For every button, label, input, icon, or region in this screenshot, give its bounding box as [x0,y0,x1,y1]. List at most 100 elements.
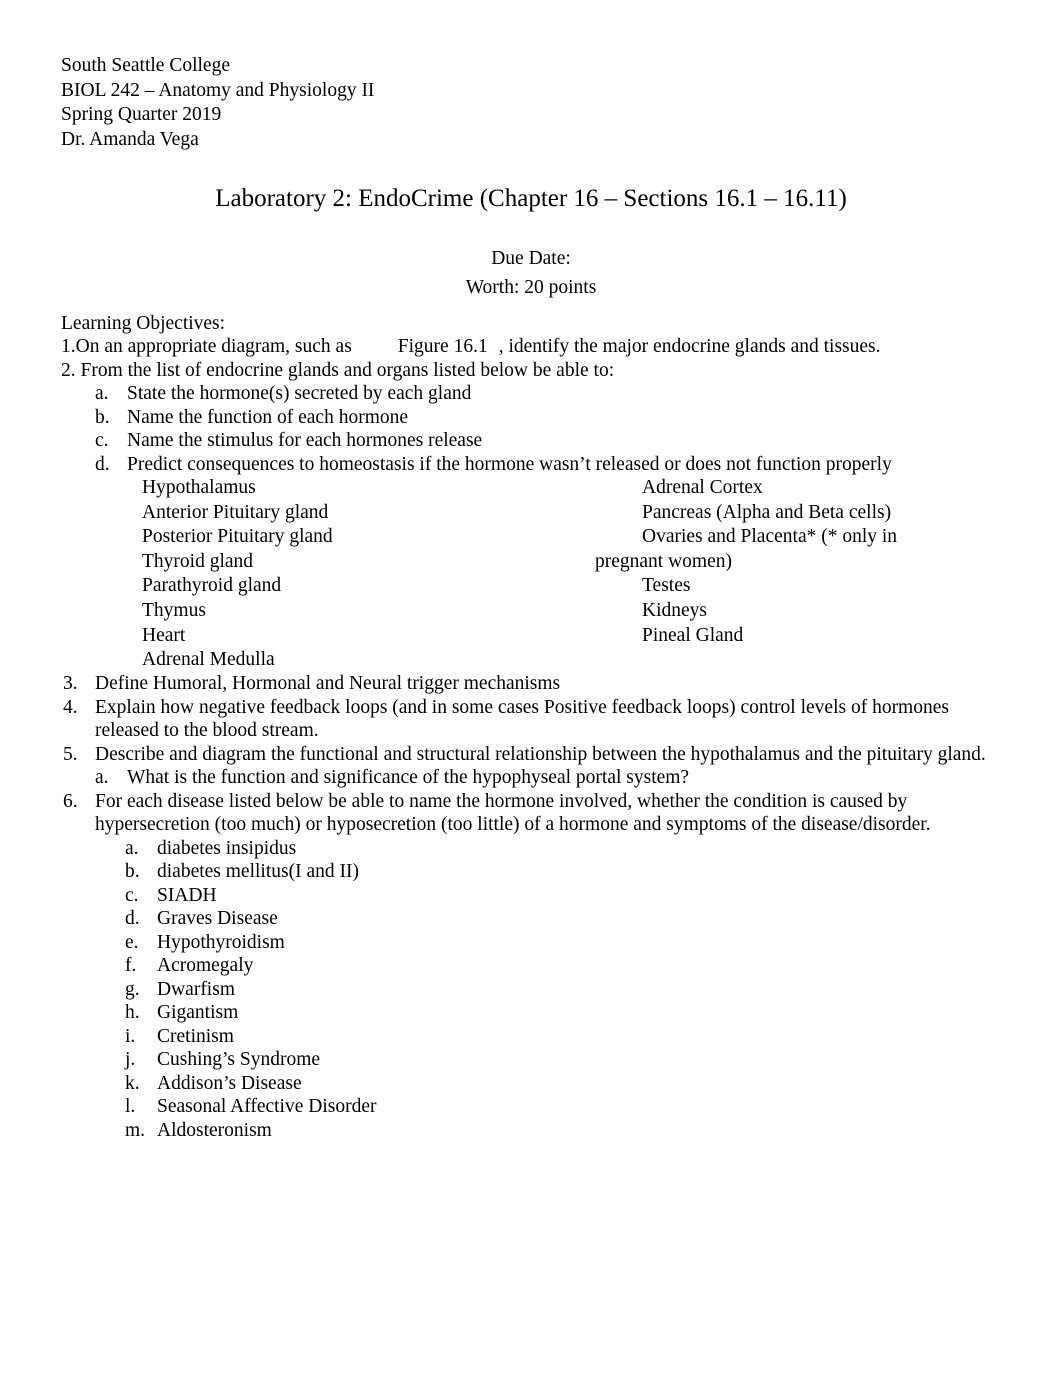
objective-2-marker: 2. [61,359,76,381]
objective-2-sub-a: a. State the hormone(s) secreted by each… [61,382,1001,406]
header-line-course: BIOL 242 – Anatomy and Physiology II [61,79,375,101]
gland-item: Ovaries and Placenta* (* only in [642,526,898,548]
objective-6-marker: 6. [63,790,78,812]
objective-4-text: Explain how negative feedback loops (and… [95,696,949,742]
disease-marker: j. [125,1049,136,1071]
gland-item: Pancreas (Alpha and Beta cells) [642,501,892,523]
objective-1-marker: 1. [61,336,76,358]
gland-item: Thyroid gland [142,550,254,572]
disease-label: SIADH [157,884,217,906]
disease-marker: b. [125,861,140,883]
gland-item: Anterior Pituitary gland [142,501,329,523]
gland-item: Adrenal Cortex [642,477,763,499]
objective-5-text: Describe and diagram the functional and … [95,743,986,765]
disease-label: diabetes insipidus [157,837,297,859]
disease-label: Acromegaly [157,955,254,977]
due-date-label: Due Date: [491,248,571,270]
disease-list: a. diabetes insipidus b. diabetes mellit… [61,837,1001,1143]
objective-item-6: 6. For each disease listed below be able… [61,790,1001,837]
objective-3-text: Define Humoral, Hormonal and Neural trig… [95,673,561,695]
objective-5-sub-a-text: What is the function and significance of… [127,767,690,789]
gland-list: Hypothalamus Anterior Pituitary gland Po… [61,476,1001,672]
disease-label: Addison’s Disease [157,1072,302,1094]
disease-list-item: e. Hypothyroidism [61,931,1001,955]
objective-item-5: 5. Describe and diagram the functional a… [61,743,1001,767]
objective-2-sub-b-marker: b. [95,406,110,428]
disease-label: diabetes mellitus(I and II) [157,861,359,883]
disease-list-item: i. Cretinism [61,1025,1001,1049]
worth-label: Worth: 20 points [465,276,597,298]
disease-label: Seasonal Affective Disorder [157,1096,377,1118]
gland-list-right-column: Adrenal Cortex Pancreas (Alpha and Beta … [595,476,972,648]
gland-list-left-column: Hypothalamus Anterior Pituitary gland Po… [142,476,333,673]
disease-list-item: a. diabetes insipidus [61,837,1001,861]
gland-item: Thymus [142,600,206,622]
objective-2-sub-c-text: Name the stimulus for each hormones rele… [127,430,483,452]
disease-label: Graves Disease [157,908,278,930]
disease-marker: f. [125,955,137,977]
disease-marker: a. [125,837,139,859]
disease-list-item: j. Cushing’s Syndrome [61,1048,1001,1072]
disease-list-item: f. Acromegaly [61,954,1001,978]
disease-label: Cushing’s Syndrome [157,1049,321,1071]
objective-6-text: For each disease listed below be able to… [95,790,931,836]
objective-2-sub-a-text: State the hormone(s) secreted by each gl… [127,383,472,405]
page-title: Laboratory 2: EndoCrime (Chapter 16 – Se… [215,185,847,213]
document-content: South Seattle College BIOL 242 – Anatomy… [61,54,1001,1142]
due-block: Due Date: Worth: 20 points [61,245,1001,302]
objective-1-text-after: , identify the major endocrine glands an… [498,336,881,358]
gland-item: Parathyroid gland [142,575,282,597]
gland-item: Heart [142,624,186,646]
disease-label: Cretinism [157,1025,234,1047]
objective-2-sub-c: c. Name the stimulus for each hormones r… [61,429,1001,453]
objective-4-marker: 4. [63,696,78,718]
gland-item: Pineal Gland [642,624,744,646]
header-line-instructor: Dr. Amanda Vega [61,128,199,150]
objective-2-text: From the list of endocrine glands and or… [75,359,615,381]
disease-list-item: g. Dwarfism [61,978,1001,1002]
objective-5-sub-a-marker: a. [95,767,109,789]
disease-list-item: c. SIADH [61,884,1001,908]
objective-2-sub-d-marker: d. [95,453,110,475]
objective-5-sub-a: a. What is the function and significance… [61,766,1001,790]
disease-marker: l. [125,1096,136,1118]
objective-2-sub-d: d. Predict consequences to homeostasis i… [61,453,1001,477]
gland-item: Adrenal Medulla [142,649,275,671]
learning-objectives-heading: Learning Objectives: [61,312,226,334]
objective-3-marker: 3. [63,673,78,695]
objective-item-3: 3. Define Humoral, Hormonal and Neural t… [61,672,1001,696]
disease-list-item: d. Graves Disease [61,907,1001,931]
course-header-block: South Seattle College BIOL 242 – Anatomy… [61,54,1001,152]
disease-marker: h. [125,1002,140,1024]
objective-2-sub-c-marker: c. [95,430,109,452]
objective-2-sub-d-text: Predict consequences to homeostasis if t… [127,453,892,475]
gland-item: Hypothalamus [142,477,256,499]
objective-2-sub-b: b. Name the function of each hormone [61,406,1001,430]
disease-list-item: h. Gigantism [61,1001,1001,1025]
disease-label: Hypothyroidism [157,931,285,953]
disease-label: Dwarfism [157,978,235,1000]
gland-item: Testes [642,575,691,597]
disease-marker: i. [125,1025,136,1047]
objective-item-4: 4. Explain how negative feedback loops (… [61,696,1001,743]
objective-1-text-before: On an appropriate diagram, such as [75,336,352,358]
gland-item: Posterior Pituitary gland [142,526,333,548]
disease-marker: e. [125,931,139,953]
disease-marker: g. [125,978,140,1000]
disease-label: Gigantism [157,1002,239,1024]
disease-marker: m. [125,1119,146,1141]
disease-list-item: k. Addison’s Disease [61,1072,1001,1096]
disease-label: Aldosteronism [157,1119,272,1141]
figure-reference: Figure 16.1 [397,336,488,358]
header-line-quarter: Spring Quarter 2019 [61,104,222,126]
objective-item-1: 1.On an appropriate diagram, such as Figu… [61,335,1001,359]
gland-item-continuation: pregnant women) [595,550,732,572]
disease-list-item: l. Seasonal Affective Disorder [61,1095,1001,1119]
objective-5-marker: 5. [63,743,78,765]
header-line-college: South Seattle College [61,55,230,76]
disease-list-item: m. Aldosteronism [61,1119,1001,1143]
objective-2-sub-b-text: Name the function of each hormone [127,406,409,428]
document-page: South Seattle College BIOL 242 – Anatomy… [0,0,1062,1377]
gland-item: Kidneys [642,600,707,622]
objective-item-2: 2. From the list of endocrine glands and… [61,359,1001,383]
